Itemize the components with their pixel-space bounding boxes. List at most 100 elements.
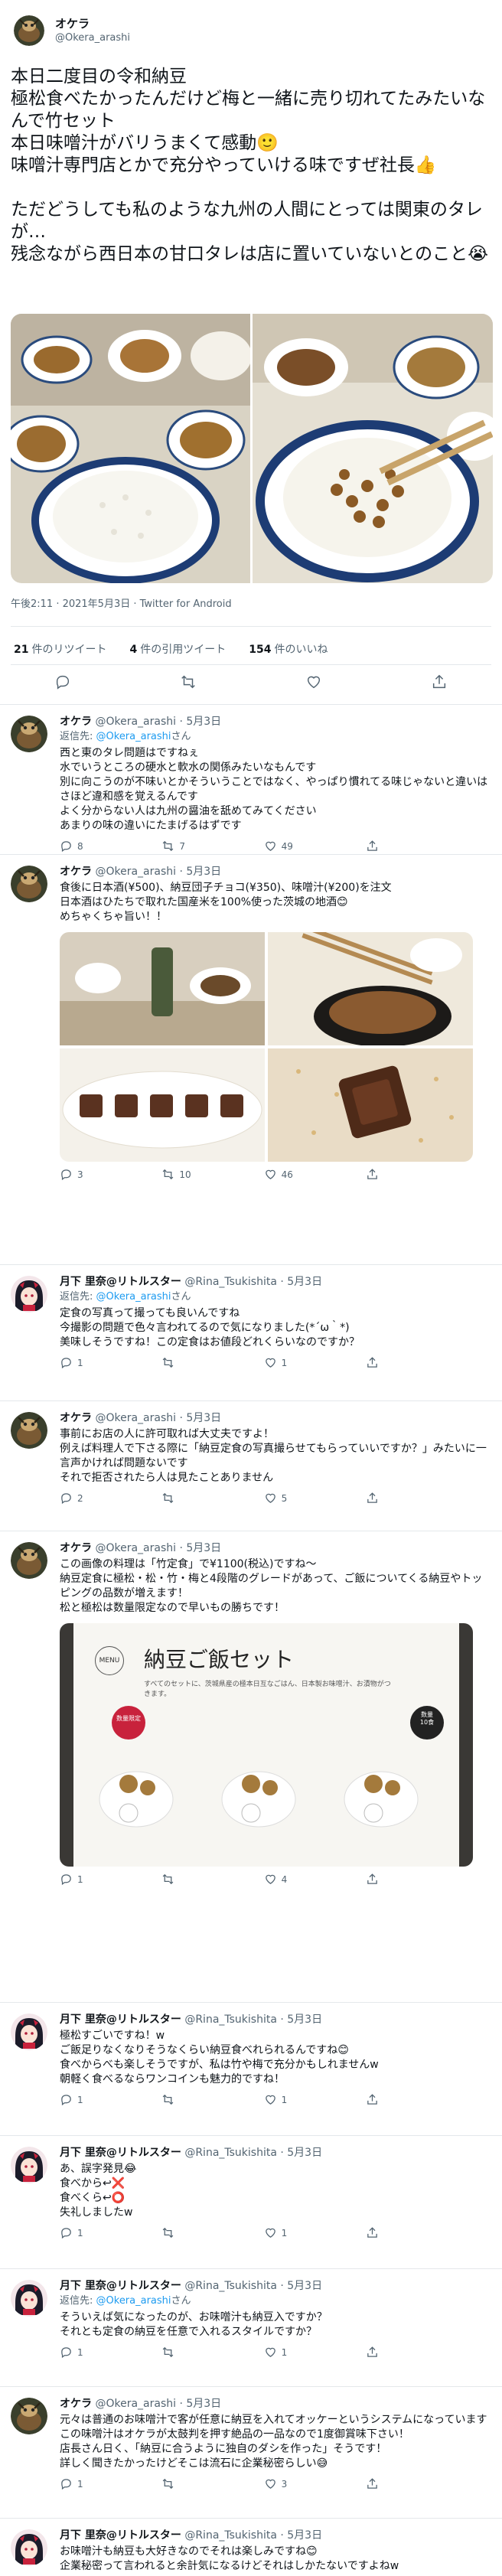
reply-button[interactable]: 1 [60, 1873, 113, 1886]
reply-author-handle[interactable]: @Rina_Tsukishita [184, 2147, 277, 2159]
reply-tweet[interactable]: オケラ @Okera_arashi · 5月3日 この画像の料理は「竹定食」で¥1… [0, 1531, 502, 2002]
reply-tweet[interactable]: 月下 里奈@リトルスター @Rina_Tsukishita · 5月3日 あ、誤字… [0, 2135, 502, 2268]
like-button[interactable]: 1 [264, 2346, 318, 2359]
retweet-button[interactable]: 7 [161, 840, 215, 853]
share-button[interactable] [366, 2093, 419, 2106]
reply-author-name[interactable]: 月下 里奈@リトルスター [60, 1276, 181, 1288]
photo-natto-chocolate[interactable] [60, 1048, 265, 1162]
reply-button[interactable]: 3 [60, 1168, 113, 1181]
retweet-stat[interactable]: 21 件のリツイート [14, 641, 106, 657]
avatar[interactable] [11, 2529, 47, 2566]
reply-button[interactable]: 1 [60, 2093, 113, 2106]
reply-tweet[interactable]: オケラ @Okera_arashi · 5月3日 返信先: @Okera_aras… [0, 704, 502, 854]
share-button[interactable] [366, 2477, 419, 2490]
like-button[interactable]: 1 [264, 1356, 318, 1369]
reply-button[interactable]: 1 [60, 2477, 113, 2490]
reply-author-handle[interactable]: @Okera_arashi [95, 2398, 176, 2410]
like-stat[interactable]: 154 件のいいね [249, 641, 328, 657]
retweet-button[interactable] [161, 2477, 215, 2490]
photo-miso-soup[interactable] [267, 932, 473, 1045]
reply-author-handle[interactable]: @Okera_arashi [95, 1412, 176, 1424]
reply-tweet[interactable]: オケラ @Okera_arashi · 5月3日 事前にお店の人に許可取れば大丈夫… [0, 1400, 502, 1531]
retweet-button[interactable] [161, 1873, 215, 1886]
reply-author-handle[interactable]: @Okera_arashi [95, 866, 176, 878]
reply-tweet[interactable]: オケラ @Okera_arashi · 5月3日 食後に日本酒(¥500)、納豆団… [0, 854, 502, 1264]
reply-button[interactable]: 2 [60, 1492, 113, 1505]
author-handle[interactable]: @Okera_arashi [55, 32, 130, 44]
retweet-button[interactable]: 10 [161, 1168, 215, 1181]
reply-tweet[interactable]: オケラ @Okera_arashi · 5月3日 元々は普通のお味噌汁で客が任意に… [0, 2386, 502, 2518]
reply-author-name[interactable]: オケラ [60, 1412, 92, 1424]
avatar[interactable] [11, 2398, 47, 2434]
reply-tweet[interactable]: 月下 里奈@リトルスター @Rina_Tsukishita · 5月3日 極松すご… [0, 2002, 502, 2135]
like-button[interactable]: 49 [264, 840, 318, 853]
reply-timestamp[interactable]: · 5月3日 [280, 1276, 322, 1288]
photo-chocolate-closeup[interactable] [267, 1048, 473, 1162]
avatar[interactable] [11, 866, 47, 902]
reply-timestamp[interactable]: · 5月3日 [280, 2014, 322, 2026]
retweet-icon[interactable] [180, 673, 197, 693]
like-button[interactable]: 1 [264, 2226, 318, 2239]
reply-timestamp[interactable]: · 5月3日 [280, 2529, 322, 2542]
reply-timestamp[interactable]: · 5月3日 [179, 866, 221, 878]
share-button[interactable] [366, 2346, 419, 2359]
reply-photo-menu[interactable]: MENU 納豆ご飯セット すべてのセットに、茨城県産の極本日互なごはん、日本製お味噌… [60, 1623, 473, 1867]
like-button[interactable]: 1 [264, 2093, 318, 2106]
avatar[interactable] [11, 1542, 47, 1579]
retweet-button[interactable] [161, 1356, 215, 1369]
reply-author-name[interactable]: オケラ [60, 716, 92, 728]
avatar[interactable] [11, 716, 47, 752]
tweet-timestamp[interactable]: 午後2:11 · 2021年5月3日 · Twitter for Android [11, 595, 232, 610]
reply-timestamp[interactable]: · 5月3日 [179, 716, 221, 728]
reply-author-handle[interactable]: @Rina_Tsukishita [184, 1276, 277, 1288]
like-button[interactable]: 46 [264, 1168, 318, 1181]
share-button[interactable] [366, 840, 419, 853]
author-name[interactable]: オケラ [55, 15, 90, 31]
retweet-button[interactable] [161, 2346, 215, 2359]
reply-button[interactable]: 1 [60, 2226, 113, 2239]
reply-button[interactable]: 1 [60, 2346, 113, 2359]
reply-author-name[interactable]: 月下 里奈@リトルスター [60, 2280, 181, 2292]
reply-to-handle[interactable]: @Okera_arashi [96, 731, 171, 742]
reply-tweet[interactable]: 月下 里奈@リトルスター @Rina_Tsukishita · 5月3日 お味噌汁… [0, 2518, 502, 2576]
avatar[interactable] [11, 2280, 47, 2317]
like-button[interactable]: 3 [264, 2477, 318, 2490]
avatar[interactable] [11, 1412, 47, 1449]
share-button[interactable] [366, 1168, 419, 1181]
like-icon[interactable] [305, 673, 322, 693]
like-button[interactable]: 5 [264, 1492, 318, 1505]
share-button[interactable] [366, 1492, 419, 1505]
reply-author-handle[interactable]: @Okera_arashi [95, 1542, 176, 1554]
reply-author-name[interactable]: 月下 里奈@リトルスター [60, 2147, 181, 2159]
avatar[interactable] [11, 2147, 47, 2183]
reply-author-name[interactable]: 月下 里奈@リトルスター [60, 2529, 181, 2542]
reply-timestamp[interactable]: · 5月3日 [179, 1412, 221, 1424]
retweet-button[interactable] [161, 2093, 215, 2106]
reply-author-name[interactable]: オケラ [60, 2398, 92, 2410]
reply-author-name[interactable]: 月下 里奈@リトルスター [60, 2014, 181, 2026]
reply-author-name[interactable]: オケラ [60, 866, 92, 878]
reply-author-name[interactable]: オケラ [60, 1542, 92, 1554]
reply-photos[interactable] [60, 932, 473, 1162]
avatar[interactable] [14, 15, 44, 46]
reply-timestamp[interactable]: · 5月3日 [179, 1542, 221, 1554]
share-button[interactable] [366, 1873, 419, 1886]
like-button[interactable]: 4 [264, 1873, 318, 1886]
retweet-button[interactable] [161, 1492, 215, 1505]
photo-sake-bottle[interactable] [60, 932, 265, 1045]
reply-timestamp[interactable]: · 5月3日 [280, 2280, 322, 2292]
reply-to-handle[interactable]: @Okera_arashi [96, 2295, 171, 2307]
reply-author-handle[interactable]: @Rina_Tsukishita [184, 2014, 277, 2026]
reply-button[interactable]: 8 [60, 840, 113, 853]
reply-icon[interactable] [54, 673, 71, 693]
tweet-photos[interactable] [11, 314, 493, 583]
reply-button[interactable]: 1 [60, 1356, 113, 1369]
photo-natto-set-1[interactable] [11, 314, 250, 583]
photo-natto-set-2[interactable] [253, 314, 493, 583]
share-button[interactable] [366, 1356, 419, 1369]
reply-timestamp[interactable]: · 5月3日 [179, 2398, 221, 2410]
quote-stat[interactable]: 4 件の引用ツイート [129, 641, 226, 657]
reply-timestamp[interactable]: · 5月3日 [280, 2147, 322, 2159]
avatar[interactable] [11, 1276, 47, 1312]
reply-tweet[interactable]: 月下 里奈@リトルスター @Rina_Tsukishita · 5月3日 返信先:… [0, 1264, 502, 1400]
